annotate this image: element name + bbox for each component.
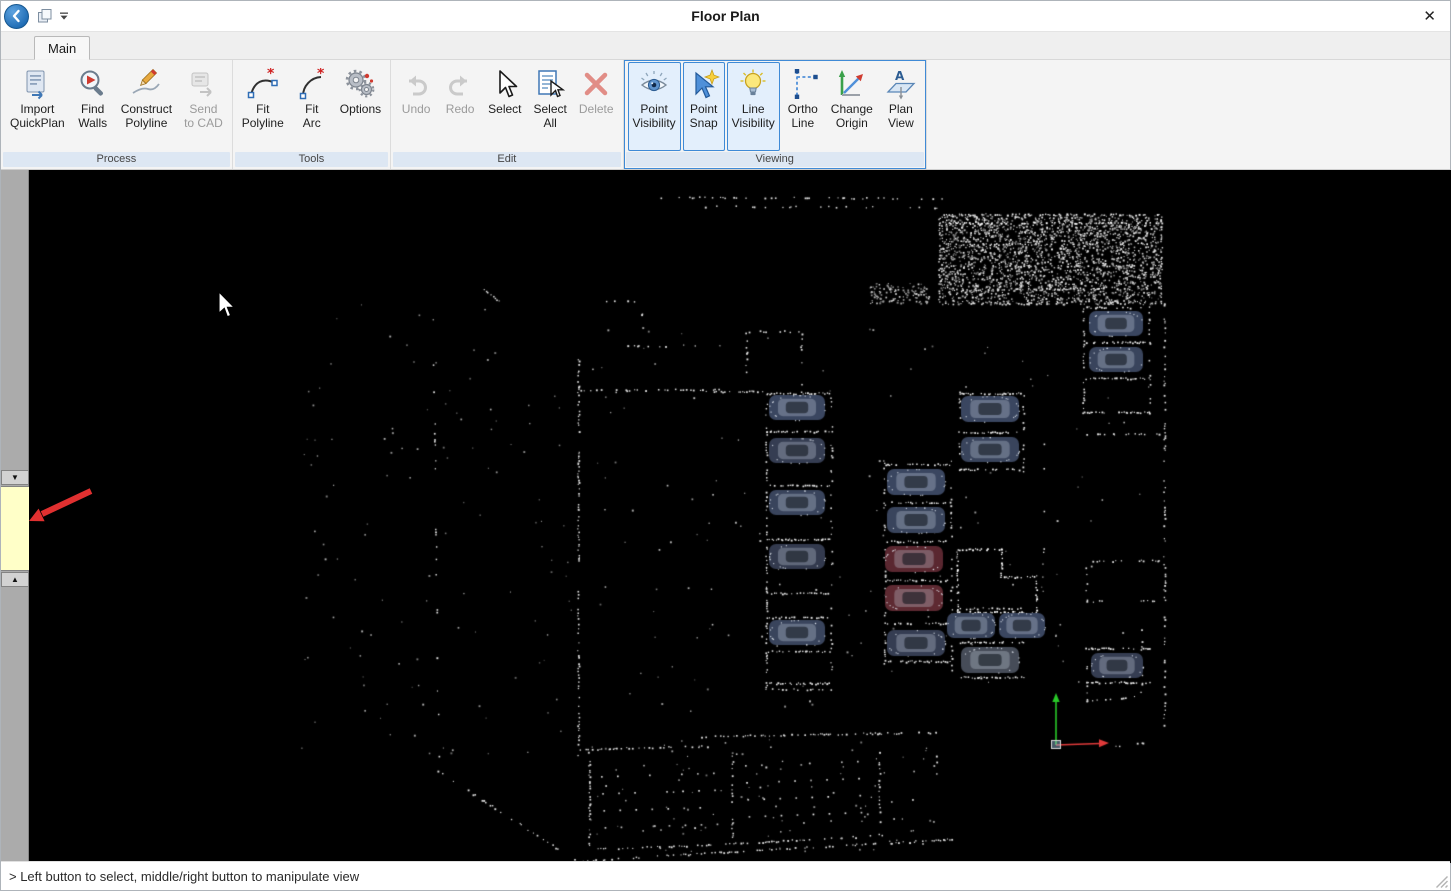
ribbon-group-process: ImportQuickPlan FindWalls ConstructPolylin… [1, 60, 233, 169]
line-visibility-button[interactable]: LineVisibility [727, 62, 780, 151]
tab-strip: Main [1, 32, 1450, 60]
construct-polyline-icon [130, 68, 162, 100]
svg-text:*: * [317, 68, 325, 82]
import-quickplan-button[interactable]: ImportQuickPlan [5, 62, 70, 151]
group-label-tools: Tools [235, 152, 388, 167]
options-icon [344, 68, 376, 100]
fit-polyline-label: FitPolyline [242, 103, 284, 130]
select-all-label: SelectAll [534, 103, 567, 130]
undo-button: Undo [395, 62, 437, 151]
undo-label: Undo [402, 103, 431, 117]
change-origin-icon [836, 68, 868, 100]
tab-main[interactable]: Main [34, 36, 90, 60]
quick-access-toolbar [37, 8, 69, 24]
ribbon-group-edit: Undo Redo Select SelectAll Delete Edit [391, 60, 623, 169]
statusbar: > Left button to select, middle/right bu… [1, 861, 1450, 890]
ortho-line-icon [787, 68, 819, 100]
point-visibility-icon [638, 68, 670, 100]
point-snap-icon [688, 68, 720, 100]
application-window: Floor Plan ✕ Main ImportQuickPlan FindWal… [0, 0, 1451, 891]
send-to-cad-label: Sendto CAD [184, 103, 223, 130]
fit-arc-label: FitArc [303, 103, 321, 130]
select-icon [489, 68, 521, 100]
elevation-top-arrow-button[interactable]: ▼ [1, 470, 29, 485]
find-walls-button[interactable]: FindWalls [72, 62, 114, 151]
point-snap-label: PointSnap [690, 103, 718, 130]
fit-arc-button[interactable]: * FitArc [291, 62, 333, 151]
ortho-line-label: OrthoLine [788, 103, 818, 130]
change-origin-button[interactable]: ChangeOrigin [826, 62, 878, 151]
delete-icon [580, 68, 612, 100]
find-walls-label: FindWalls [78, 103, 107, 130]
select-all-icon [534, 68, 566, 100]
select-label: Select [488, 103, 521, 117]
point-snap-button[interactable]: PointSnap [683, 62, 725, 151]
change-origin-label: ChangeOrigin [831, 103, 873, 130]
construct-polyline-button[interactable]: ConstructPolyline [116, 62, 177, 151]
import-icon [21, 68, 53, 100]
line-visibility-label: LineVisibility [732, 103, 775, 130]
send-to-cad-icon [187, 68, 219, 100]
customize-caret-icon[interactable] [59, 12, 69, 21]
delete-label: Delete [579, 103, 614, 117]
titlebar: Floor Plan ✕ [1, 1, 1450, 32]
elevation-range-highlight[interactable] [1, 486, 29, 571]
send-to-cad-button: Sendto CAD [179, 62, 228, 151]
viewport: ▼ ▲ [1, 170, 1450, 863]
line-visibility-icon [737, 68, 769, 100]
elevation-bottom-arrow-button[interactable]: ▲ [1, 572, 29, 587]
elevation-slider: ▼ ▲ [1, 170, 29, 863]
ribbon-group-viewing: PointVisibility PointSnap LineVisibility Or… [624, 60, 927, 169]
import-quickplan-label: ImportQuickPlan [10, 103, 65, 130]
status-message: > Left button to select, middle/right bu… [9, 869, 359, 884]
window-title: Floor Plan [1, 8, 1450, 24]
redo-icon [444, 68, 476, 100]
svg-text:*: * [267, 68, 275, 82]
fit-polyline-icon: * [247, 68, 279, 100]
find-walls-icon [77, 68, 109, 100]
select-button[interactable]: Select [483, 62, 526, 151]
ortho-line-button[interactable]: OrthoLine [782, 62, 824, 151]
plan-view-label: PlanView [888, 103, 914, 130]
close-button[interactable]: ✕ [1423, 9, 1436, 24]
floorplan-canvas[interactable] [29, 170, 1451, 863]
select-all-button[interactable]: SelectAll [529, 62, 572, 151]
fit-polyline-button[interactable]: * FitPolyline [237, 62, 289, 151]
delete-button: Delete [574, 62, 619, 151]
options-button[interactable]: Options [335, 62, 386, 151]
group-label-viewing: Viewing [626, 152, 924, 167]
plan-view-icon: A [885, 68, 917, 100]
back-button[interactable] [4, 4, 29, 29]
redo-label: Redo [446, 103, 475, 117]
group-label-edit: Edit [393, 152, 620, 167]
fit-arc-icon: * [296, 68, 328, 100]
ribbon: ImportQuickPlan FindWalls ConstructPolylin… [1, 60, 1450, 170]
undo-icon [400, 68, 432, 100]
pages-icon[interactable] [37, 8, 53, 24]
ribbon-group-tools: * FitPolyline * FitArc Options Tools [233, 60, 391, 169]
options-label: Options [340, 103, 381, 117]
plan-view-button[interactable]: A PlanView [880, 62, 922, 151]
back-chevron-icon [9, 8, 25, 24]
svg-text:A: A [895, 69, 905, 83]
redo-button: Redo [439, 62, 481, 151]
group-label-process: Process [3, 152, 230, 167]
point-visibility-button[interactable]: PointVisibility [628, 62, 681, 151]
construct-polyline-label: ConstructPolyline [121, 103, 172, 130]
resize-grip-icon[interactable] [1435, 875, 1448, 888]
point-visibility-label: PointVisibility [633, 103, 676, 130]
